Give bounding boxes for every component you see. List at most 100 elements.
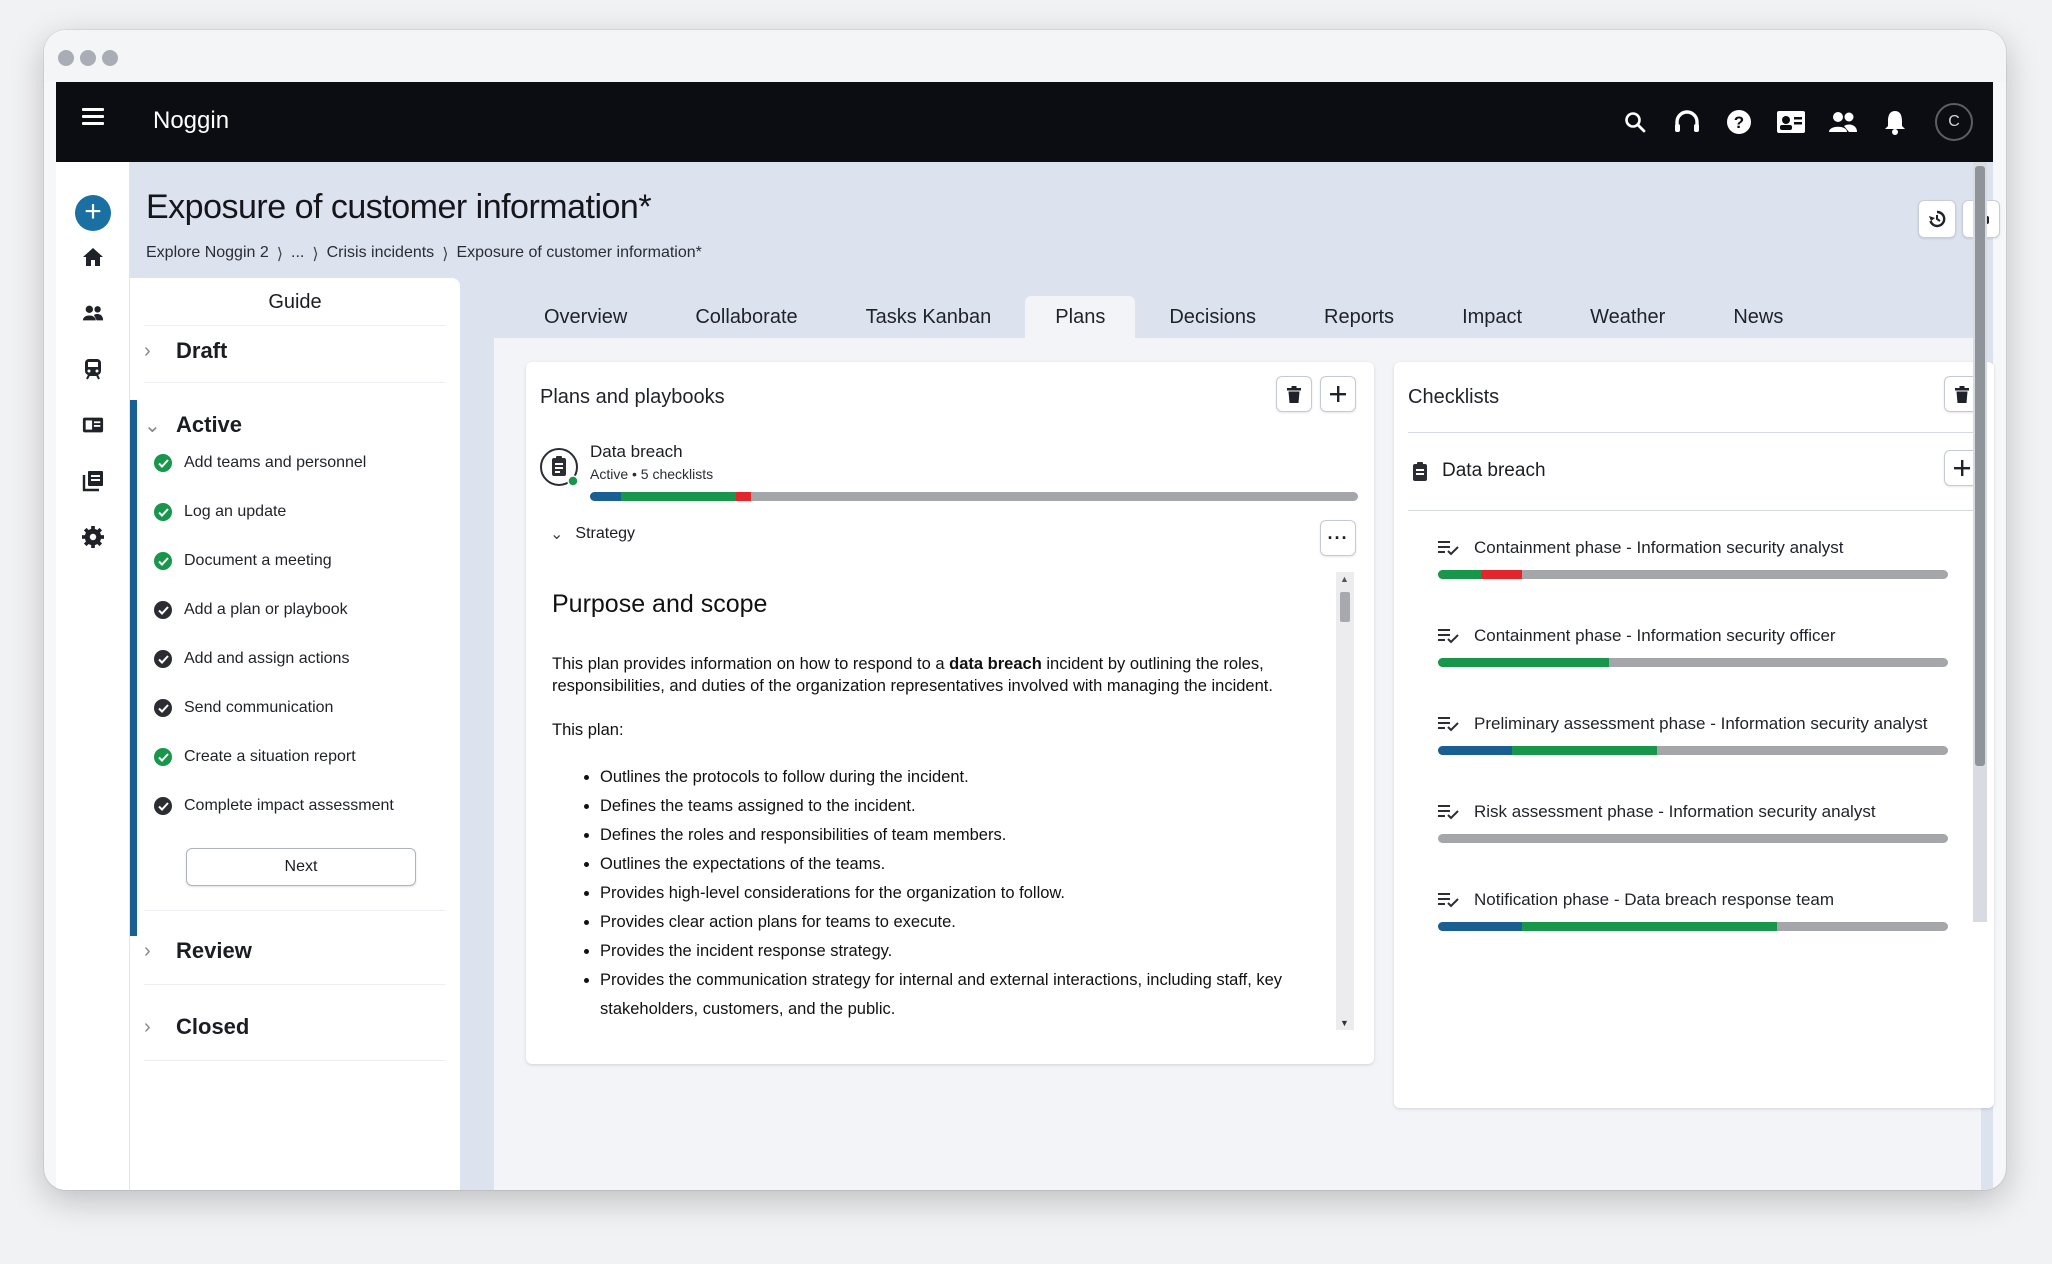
headset-icon[interactable] [1661, 98, 1713, 146]
guide-step-label: Complete impact assessment [184, 797, 394, 814]
add-icon[interactable]: + [75, 195, 111, 231]
tab-decisions[interactable]: Decisions [1135, 296, 1290, 338]
guide-section-label: Closed [176, 1014, 250, 1039]
strategy-label: Strategy [575, 525, 635, 542]
divider [144, 984, 446, 985]
ellipsis-icon: ··· [1327, 528, 1349, 548]
id-card-icon[interactable] [82, 414, 104, 436]
checklist-item[interactable]: Risk assessment phase - Information secu… [1438, 802, 1948, 843]
guide-step[interactable]: Add a plan or playbook [154, 601, 348, 619]
plan-document: Purpose and scope This plan provides inf… [552, 572, 1342, 1042]
guide-step[interactable]: Create a situation report [154, 748, 356, 766]
menu-icon[interactable] [82, 108, 104, 126]
doc-bullet: Defines the roles and responsibilities o… [600, 821, 1342, 850]
delete-plan-button[interactable] [1276, 376, 1312, 412]
tab-collaborate[interactable]: Collaborate [661, 296, 831, 338]
bell-icon[interactable] [1869, 98, 1921, 146]
window-close-dot[interactable] [58, 50, 74, 66]
plan-name[interactable]: Data breach [590, 442, 683, 462]
doc-scrollbar[interactable]: ▲ ▼ [1336, 572, 1354, 1030]
window-titlebar [44, 30, 2006, 82]
window-zoom-dot[interactable] [102, 50, 118, 66]
checklist-progress-bar [1438, 658, 1948, 667]
tab-weather[interactable]: Weather [1556, 296, 1699, 338]
guide-step[interactable]: Complete impact assessment [154, 797, 394, 815]
more-options-button[interactable]: ··· [1320, 520, 1356, 556]
progress-segment [1438, 658, 1609, 667]
help-icon[interactable]: ? [1713, 98, 1765, 146]
guide-step-label: Log an update [184, 503, 287, 520]
chevron-right-icon: › [144, 339, 151, 362]
tab-reports[interactable]: Reports [1290, 296, 1428, 338]
doc-bullet: Defines the teams assigned to the incide… [600, 792, 1342, 821]
checklist-item-label: Risk assessment phase - Information secu… [1474, 802, 1876, 821]
checklist-icon [1438, 541, 1459, 556]
breadcrumb-item[interactable]: ... [291, 244, 304, 264]
people-icon[interactable] [82, 302, 104, 324]
divider [144, 382, 446, 383]
clipboard-icon [1413, 462, 1427, 481]
checklist-item[interactable]: Containment phase - Information security… [1438, 626, 1948, 667]
guide-step[interactable]: Document a meeting [154, 552, 332, 570]
add-plan-button[interactable] [1320, 376, 1356, 412]
guide-step[interactable]: Send communication [154, 699, 333, 717]
guide-step[interactable]: Add teams and personnel [154, 454, 366, 472]
people-icon[interactable] [1817, 98, 1869, 146]
chevron-right-icon: › [144, 1015, 151, 1038]
user-avatar[interactable]: C [1935, 103, 1973, 141]
progress-segment [1481, 570, 1523, 579]
tab-impact[interactable]: Impact [1428, 296, 1556, 338]
check-pending-icon [154, 699, 172, 717]
window-minimize-dot[interactable] [80, 50, 96, 66]
guide-section-label: Draft [176, 338, 228, 363]
progress-segment [1438, 570, 1482, 579]
progress-segment [620, 492, 736, 501]
tab-plans[interactable]: Plans [1025, 296, 1136, 338]
search-icon[interactable] [1609, 98, 1661, 146]
doc-bullet: Provides clear action plans for teams to… [600, 908, 1342, 937]
breadcrumb-item: Exposure of customer information* [456, 244, 702, 261]
scroll-down-icon[interactable]: ▼ [1340, 1018, 1349, 1028]
progress-segment [590, 492, 621, 501]
history-button[interactable] [1918, 200, 1956, 238]
next-button[interactable]: Next [186, 848, 416, 886]
guide-section-review[interactable]: › Review [144, 938, 444, 964]
doc-bullet: Provides the incident response strategy. [600, 937, 1342, 966]
tab-news[interactable]: News [1699, 296, 1817, 338]
check-complete-icon [154, 552, 172, 570]
checklist-icon [1438, 717, 1459, 732]
check-complete-icon [154, 454, 172, 472]
page-scrollbar[interactable] [1973, 162, 1987, 922]
tab-tasks-kanban[interactable]: Tasks Kanban [832, 296, 1026, 338]
guide-section-draft[interactable]: › Draft [144, 338, 444, 364]
doc-scroll-thumb[interactable] [1340, 592, 1350, 622]
transit-icon[interactable] [82, 358, 104, 380]
guide-step[interactable]: Add and assign actions [154, 650, 349, 668]
doc-bullet-list: Outlines the protocols to follow during … [552, 763, 1342, 1024]
doc-list-intro: This plan: [552, 721, 624, 739]
tab-overview[interactable]: Overview [510, 296, 661, 338]
guide-section-label: Review [176, 938, 252, 963]
top-navigation-bar: Noggin ? C [56, 82, 1993, 162]
checklist-item-label: Containment phase - Information security… [1474, 626, 1836, 645]
breadcrumb-item[interactable]: Crisis incidents [327, 244, 435, 264]
page-title: Exposure of customer information* [146, 188, 652, 226]
settings-icon[interactable] [82, 526, 104, 548]
app-window: Noggin ? C + Exposure of customer inform… [44, 30, 2006, 1190]
strategy-toggle[interactable]: ⌄ Strategy [550, 524, 635, 544]
scroll-up-icon[interactable]: ▲ [1340, 574, 1349, 584]
checklist-group-header: Data breach [1412, 460, 1546, 482]
checklist-icon [1438, 629, 1459, 644]
guide-section-active[interactable]: ⌄ Active [144, 412, 444, 438]
page-scroll-thumb[interactable] [1975, 166, 1985, 766]
checklist-item[interactable]: Preliminary assessment phase - Informati… [1438, 714, 1948, 755]
progress-segment [1522, 922, 1778, 931]
guide-section-closed[interactable]: › Closed [144, 1014, 444, 1040]
checklist-item[interactable]: Containment phase - Information security… [1438, 538, 1948, 579]
breadcrumb-item[interactable]: Explore Noggin 2 [146, 244, 269, 264]
id-card-icon[interactable] [1765, 98, 1817, 146]
guide-step[interactable]: Log an update [154, 503, 286, 521]
home-icon[interactable] [82, 246, 104, 268]
library-icon[interactable] [82, 470, 104, 492]
checklist-item[interactable]: Notification phase - Data breach respons… [1438, 890, 1948, 931]
